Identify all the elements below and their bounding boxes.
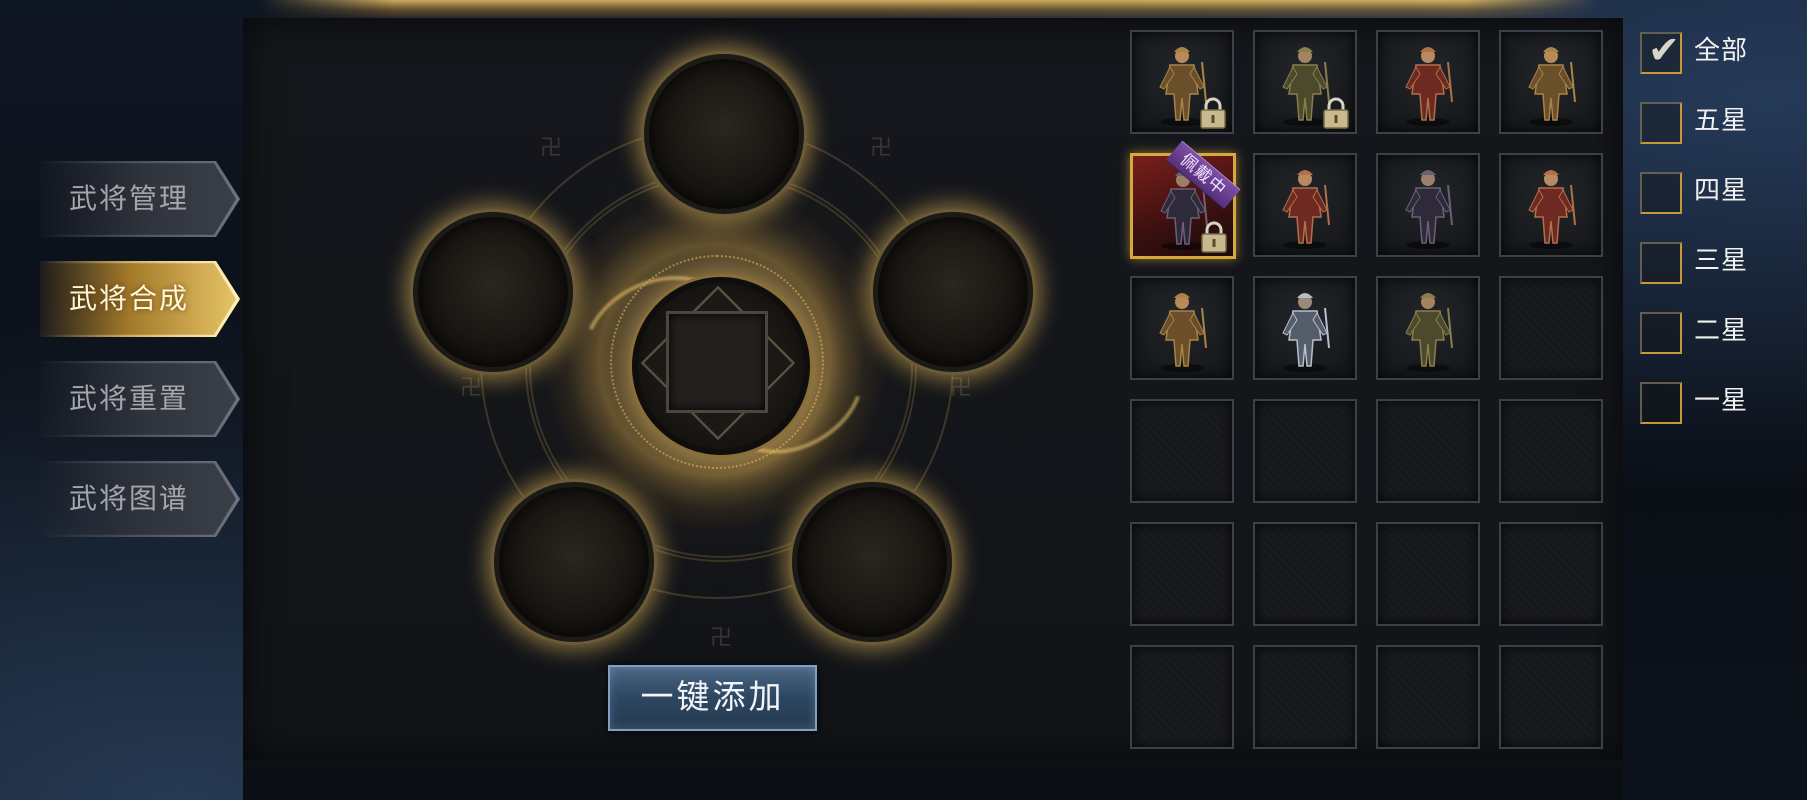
empty-hero-slot[interactable] [1499,399,1603,503]
filter-checkbox[interactable] [1640,312,1682,354]
empty-hero-slot[interactable] [1253,522,1357,626]
hero-portrait [1528,47,1576,126]
lock-icon [1201,221,1227,253]
filter-option[interactable]: 三星 [1640,236,1800,286]
filter-option-label: 一星 [1694,386,1749,416]
empty-hero-slot[interactable] [1499,645,1603,749]
filter-option-label: 二星 [1694,316,1749,346]
filter-option[interactable]: ✔ 全部 [1640,26,1800,76]
checkmark-icon: ✔ [1648,28,1680,72]
one-key-add-button[interactable]: 一键添加 [608,665,817,731]
empty-hero-slot[interactable] [1130,645,1234,749]
hero-card[interactable] [1376,276,1480,380]
filter-option-label: 全部 [1694,36,1749,66]
material-slot-bottom-right[interactable] [792,482,952,642]
game-screen: 武将管理 武将合成 武将重置 武将图谱 卍 卍 卍 卍 卍 一键添加 佩戴中 ✔… [0,0,1807,800]
hero-card[interactable] [1253,30,1357,134]
hero-card[interactable] [1130,276,1234,380]
filter-checkbox[interactable] [1640,382,1682,424]
filter-option[interactable]: 一星 [1640,376,1800,426]
filter-option[interactable]: 五星 [1640,96,1800,146]
bottom-strip [243,760,1623,800]
empty-hero-slot[interactable] [1130,399,1234,503]
filter-option-label: 四星 [1694,176,1749,206]
hero-card[interactable]: 佩戴中 [1130,140,1241,259]
hero-card[interactable] [1499,153,1603,257]
filter-option[interactable]: 二星 [1640,306,1800,356]
hero-portrait [1282,170,1330,249]
hero-card[interactable] [1253,153,1357,257]
rune-decoration: 卍 [460,376,483,401]
synthesis-circle: 卍 卍 卍 卍 卍 [390,40,1050,670]
hero-portrait [1405,47,1453,126]
empty-hero-slot[interactable] [1130,522,1234,626]
menu-item-label: 武将图谱 [68,482,189,515]
hero-card[interactable] [1253,276,1357,380]
empty-hero-slot[interactable] [1376,399,1480,503]
result-slot[interactable] [666,311,768,413]
menu-item-label: 武将合成 [68,282,189,315]
material-slot-right[interactable] [873,212,1033,372]
hero-portrait [1282,293,1330,372]
menu-item-label: 武将重置 [68,382,189,415]
filter-checkbox[interactable] [1640,102,1682,144]
hero-portrait [1405,170,1453,249]
empty-hero-slot[interactable] [1253,645,1357,749]
lock-icon [1323,97,1349,129]
menu-item-hero-management[interactable]: 武将管理 [40,161,240,237]
filter-checkbox[interactable] [1640,242,1682,284]
lock-icon [1200,97,1226,129]
menu-item-label: 武将管理 [68,182,189,215]
hero-portrait [1159,293,1207,372]
rune-decoration: 卍 [710,626,733,651]
hero-card[interactable] [1499,30,1603,134]
hero-portrait [1405,293,1453,372]
empty-hero-slot[interactable] [1376,645,1480,749]
material-slot-top[interactable] [644,54,804,214]
menu-item-hero-synthesis[interactable]: 武将合成 [40,261,240,337]
rune-decoration: 卍 [540,136,563,161]
hero-card[interactable] [1376,153,1480,257]
material-slot-bottom-left[interactable] [494,482,654,642]
filter-checkbox[interactable]: ✔ [1640,28,1682,74]
filter-option-label: 五星 [1694,106,1749,136]
material-slot-left[interactable] [413,212,573,372]
menu-item-hero-atlas[interactable]: 武将图谱 [40,461,240,537]
hero-portrait [1528,170,1576,249]
empty-hero-slot[interactable] [1253,399,1357,503]
empty-hero-slot[interactable] [1499,276,1603,380]
filter-option-label: 三星 [1694,246,1749,276]
empty-hero-slot[interactable] [1376,522,1480,626]
filter-option[interactable]: 四星 [1640,166,1800,216]
hero-card[interactable] [1130,30,1234,134]
empty-hero-slot[interactable] [1499,522,1603,626]
rune-decoration: 卍 [870,136,893,161]
hero-card[interactable] [1376,30,1480,134]
rune-decoration: 卍 [950,376,973,401]
menu-item-hero-reset[interactable]: 武将重置 [40,361,240,437]
filter-checkbox[interactable] [1640,172,1682,214]
